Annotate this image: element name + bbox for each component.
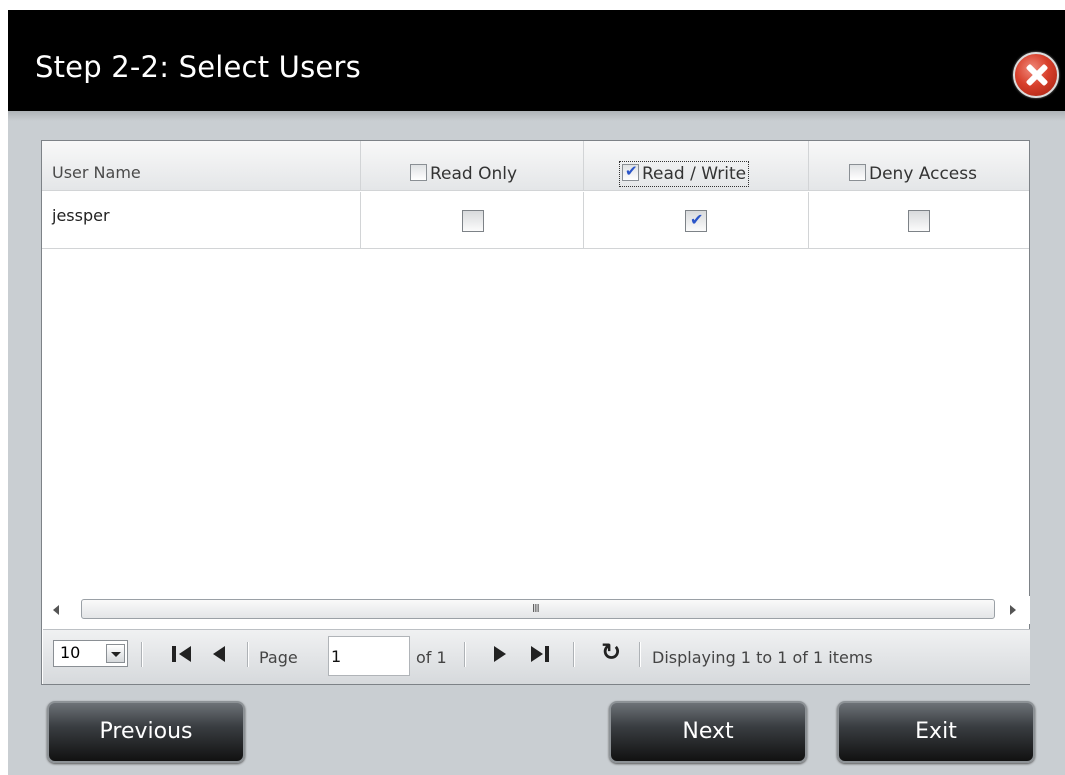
header-deny-access-wrapper[interactable]: Deny Access [849, 164, 977, 184]
read-write-checkbox[interactable] [685, 210, 707, 232]
previous-page-icon[interactable] [213, 645, 229, 663]
column-header-read-only-label: Read Only [430, 164, 518, 184]
read-write-all-checkbox[interactable] [622, 162, 639, 181]
table-row[interactable]: jessper [42, 192, 1029, 249]
last-page-icon[interactable] [531, 645, 555, 663]
first-page-icon[interactable] [172, 645, 196, 663]
header-read-write-wrapper[interactable]: Read / Write [618, 161, 750, 187]
deny-access-cell [809, 192, 1031, 249]
grid-header: User Name Read Only Read / Write Deny Ac… [42, 141, 1029, 191]
column-header-read-write-label: Read / Write [642, 164, 747, 184]
pager-separator [639, 642, 641, 667]
scrollbar-grip: III [532, 602, 540, 615]
pager-separator [141, 642, 143, 667]
pagination-bar: 10 Page 1 of 1 ↻ Displaying 1 to 1 of 1 … [43, 629, 1030, 684]
title-divider [8, 111, 1065, 121]
title-bar: Step 2-2: Select Users [8, 10, 1065, 111]
pager-status-text: Displaying 1 to 1 of 1 items [652, 648, 873, 667]
users-grid: User Name Read Only Read / Write Deny Ac… [41, 140, 1030, 685]
chevron-down-icon[interactable] [106, 644, 125, 663]
dialog-title: Step 2-2: Select Users [35, 50, 361, 84]
page-size-select[interactable]: 10 [53, 640, 128, 667]
horizontal-scrollbar[interactable]: III [43, 596, 1030, 624]
page-label: Page [259, 648, 298, 667]
deny-access-checkbox[interactable] [908, 210, 930, 232]
pager-separator [464, 642, 466, 667]
pager-separator [247, 642, 249, 667]
column-header-deny-access-label: Deny Access [869, 164, 977, 184]
read-only-cell [361, 192, 584, 249]
page-of-label: of 1 [416, 648, 447, 667]
read-write-cell [584, 192, 809, 249]
exit-button[interactable]: Exit [837, 701, 1035, 763]
column-header-user-name[interactable]: User Name [42, 141, 361, 191]
scroll-right-icon[interactable] [1010, 605, 1016, 615]
deny-access-all-checkbox[interactable] [849, 164, 866, 181]
scroll-left-icon[interactable] [53, 605, 59, 615]
header-read-only-wrapper[interactable]: Read Only [410, 164, 517, 184]
column-header-user-name-label: User Name [52, 163, 141, 182]
next-page-icon[interactable] [494, 645, 510, 663]
column-header-deny-access: Deny Access [809, 141, 1031, 191]
read-only-all-checkbox[interactable] [410, 164, 427, 181]
column-header-read-only: Read Only [361, 141, 584, 191]
select-users-dialog: Step 2-2: Select Users User Name Read On… [8, 10, 1065, 775]
pager-separator [573, 642, 575, 667]
close-icon[interactable] [1013, 52, 1059, 98]
user-name-cell: jessper [42, 192, 361, 249]
previous-button[interactable]: Previous [47, 701, 245, 763]
page-number-input[interactable]: 1 [328, 636, 410, 676]
user-name: jessper [52, 206, 110, 225]
scrollbar-thumb[interactable]: III [81, 599, 995, 619]
read-only-checkbox[interactable] [462, 210, 484, 232]
column-header-read-write: Read / Write [584, 141, 809, 191]
refresh-icon[interactable]: ↻ [601, 640, 625, 665]
next-button[interactable]: Next [609, 701, 807, 763]
page-size-value: 10 [60, 643, 81, 662]
